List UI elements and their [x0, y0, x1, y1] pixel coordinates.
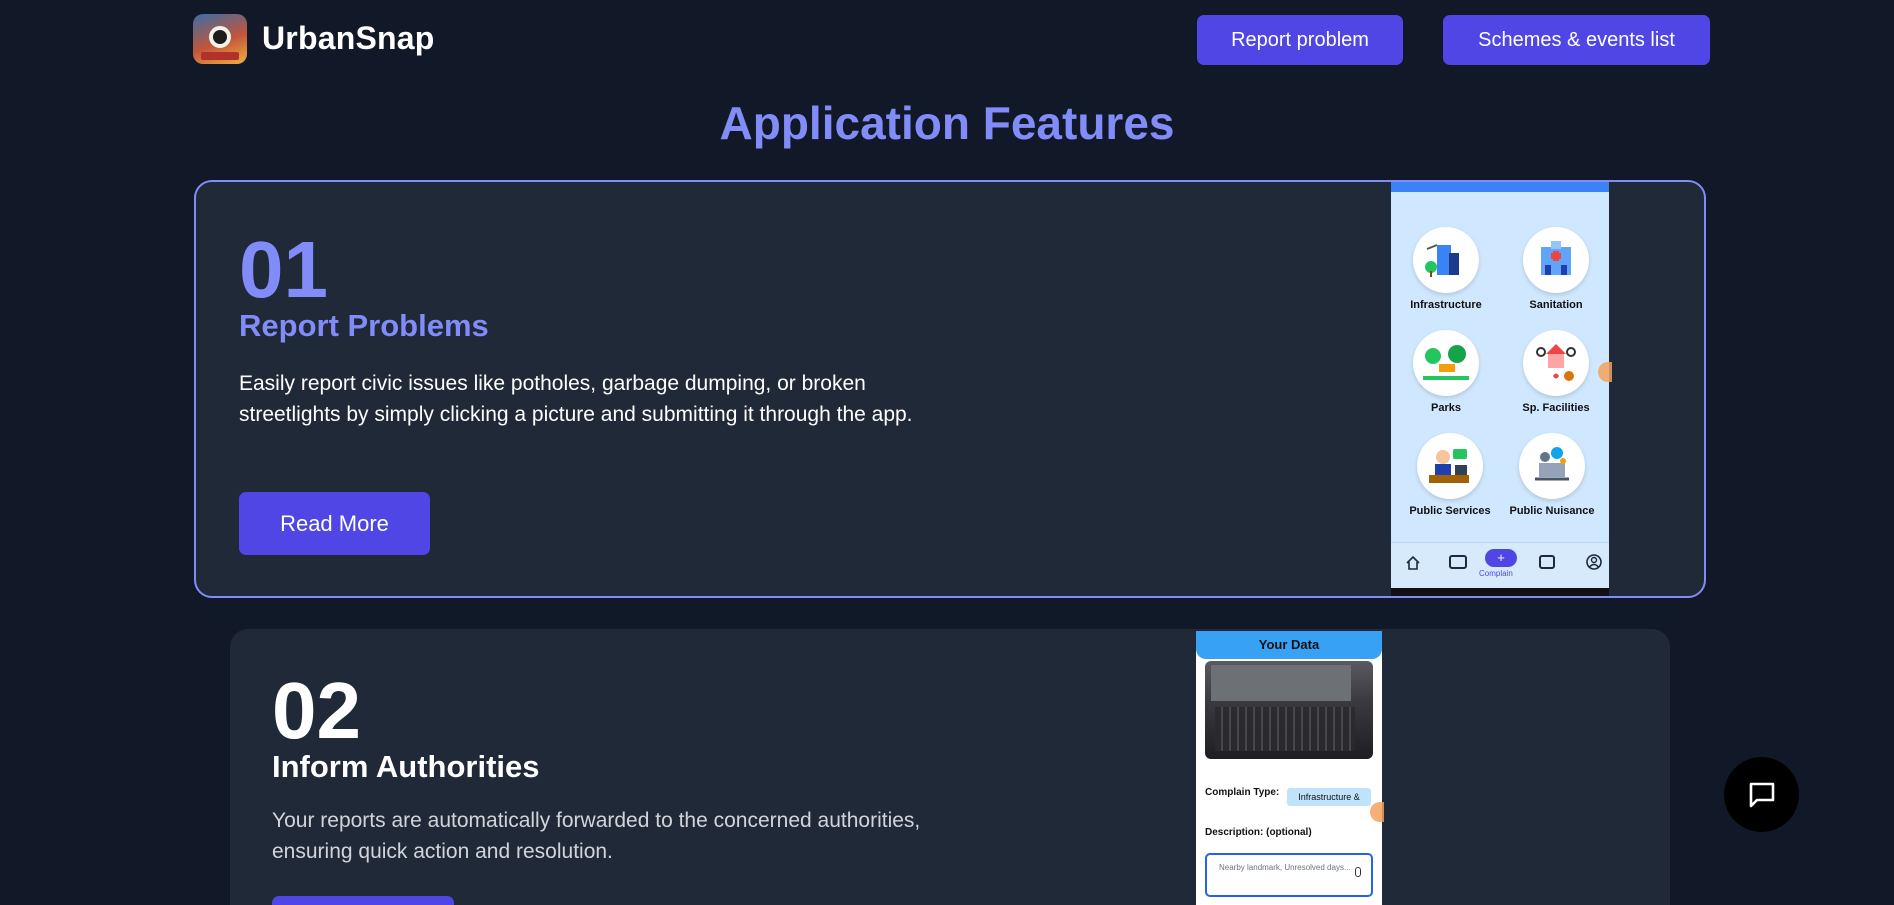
report-problem-button[interactable]: Report problem: [1197, 15, 1403, 65]
facilities-icon: [1523, 330, 1589, 396]
chat-bubble-icon: [1749, 782, 1774, 807]
app-screenshot-categories: Infrastructure Sanitation Parks Sp. Faci…: [1391, 182, 1611, 596]
park-icon: [1413, 330, 1479, 396]
news-icon: [1449, 555, 1467, 569]
feature-number: 01: [239, 225, 328, 314]
brand-name[interactable]: UrbanSnap: [262, 20, 435, 57]
feature-card-inform-authorities: 02 Inform Authorities Your reports are a…: [230, 629, 1670, 905]
app-tab-bar: + Complain: [1391, 542, 1609, 588]
complain-type-label: Complain Type:: [1205, 787, 1280, 798]
your-data-header: Your Data: [1196, 631, 1382, 659]
floating-dot-icon: [1370, 802, 1384, 822]
chat-button[interactable]: [1724, 757, 1799, 832]
schemes-events-button[interactable]: Schemes & events list: [1443, 15, 1710, 65]
category-sanitation: Sanitation: [1501, 227, 1611, 311]
section-title: Application Features: [719, 97, 1175, 149]
bookmark-icon: [1539, 555, 1555, 569]
tab-complain-label: Complain: [1479, 569, 1513, 578]
add-complaint-icon: +: [1485, 549, 1517, 567]
description-input: Nearby landmark, Unresolved days...: [1205, 853, 1373, 897]
floating-dot-icon: [1598, 362, 1612, 382]
complain-type-chip: Infrastructure &: [1287, 788, 1371, 806]
category-public-nuisance: Public Nuisance: [1497, 433, 1607, 517]
public-services-icon: [1417, 433, 1483, 499]
feature-title: Report Problems: [239, 308, 489, 343]
feature-description: Easily report civic issues like potholes…: [239, 372, 913, 426]
mic-icon: [1355, 867, 1361, 877]
category-public-services: Public Services: [1395, 433, 1505, 517]
feature-description: Your reports are automatically forwarded…: [272, 809, 921, 863]
urbansnap-logo-icon[interactable]: [193, 14, 247, 64]
feature-title: Inform Authorities: [272, 749, 540, 784]
home-icon: [1406, 555, 1420, 570]
category-sp-facilities: Sp. Facilities: [1501, 330, 1611, 414]
building-icon: [1413, 227, 1479, 293]
public-nuisance-icon: [1519, 433, 1585, 499]
profile-icon: [1586, 554, 1602, 570]
feature-number: 02: [272, 666, 361, 755]
description-label: Description: (optional): [1205, 827, 1312, 838]
app-screenshot-your-data: Your Data Complain Type: Infrastructure …: [1196, 631, 1382, 905]
read-more-button[interactable]: Read More: [239, 492, 430, 555]
category-infrastructure: Infrastructure: [1391, 227, 1501, 311]
feature-card-report-problems: 01 Report Problems Easily report civic i…: [194, 180, 1706, 598]
read-more-button[interactable]: [272, 896, 454, 905]
complaint-photo: [1205, 661, 1373, 759]
top-navbar: UrbanSnap Report problem Schemes & event…: [0, 0, 1894, 80]
category-parks: Parks: [1391, 330, 1501, 414]
hospital-icon: [1523, 227, 1589, 293]
